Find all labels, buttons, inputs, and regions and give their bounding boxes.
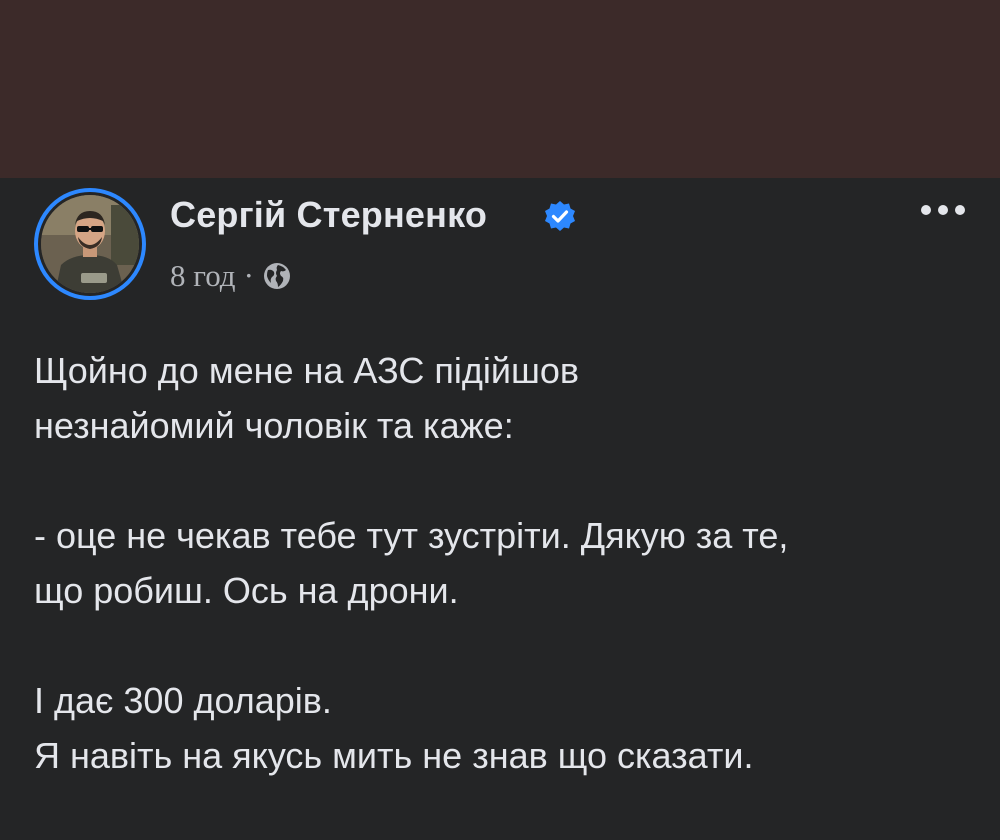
author-name[interactable]: Сергій Стерненко (170, 194, 487, 236)
post-time[interactable]: 8 год (170, 258, 236, 294)
facebook-post: Сергій Стерненко 8 год · Щойно до мене н… (0, 178, 1000, 840)
avatar-person-icon (41, 195, 139, 293)
post-line: що робиш. Ось на дрони. (34, 570, 459, 611)
post-paragraph-1: Щойно до мене на АЗС підійшов незнайомий… (34, 343, 974, 453)
meta-separator: · (243, 258, 254, 293)
top-band (0, 0, 1000, 178)
verified-badge-icon (545, 201, 575, 231)
avatar[interactable] (34, 188, 146, 300)
post-paragraph-3: І дає 300 доларів. Я навіть на якусь мит… (34, 673, 974, 783)
post-line: Щойно до мене на АЗС підійшов (34, 350, 579, 391)
page: Сергій Стерненко 8 год · Щойно до мене н… (0, 0, 1000, 840)
post-meta: 8 год · (170, 258, 292, 294)
more-options-icon[interactable] (918, 200, 968, 220)
post-line: Я навіть на якусь мить не знав що сказат… (34, 735, 754, 776)
post-line: І дає 300 доларів. (34, 680, 332, 721)
globe-icon[interactable] (262, 261, 292, 291)
post-body: Щойно до мене на АЗС підійшов незнайомий… (34, 343, 974, 783)
avatar-photo (41, 195, 139, 293)
post-line: - оце не чекав тебе тут зустріти. Дякую … (34, 515, 789, 556)
post-paragraph-2: - оце не чекав тебе тут зустріти. Дякую … (34, 508, 974, 618)
post-line: незнайомий чоловік та каже: (34, 405, 514, 446)
